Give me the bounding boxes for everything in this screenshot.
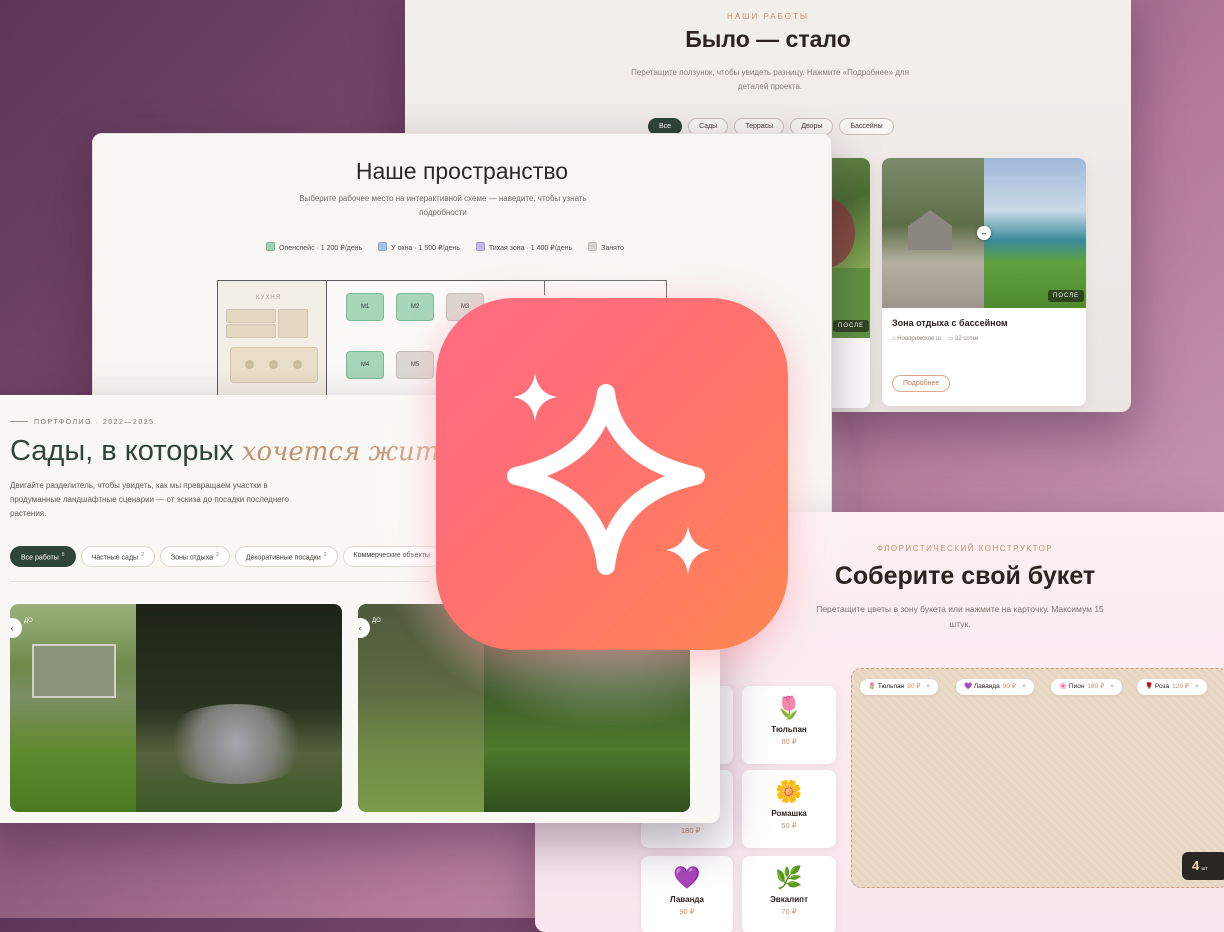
rose-icon: 🌹 (1145, 683, 1154, 690)
project-meta: ⌂ Новорижское ш. ▭ 32 сотки (892, 335, 978, 342)
after-badge: ПОСЛЕ (1048, 290, 1085, 302)
kitchen-table (230, 347, 318, 383)
space-subtitle: Выберите рабочее место на интерактивной … (299, 194, 587, 217)
photo-before (10, 604, 136, 812)
compare-slider-handle[interactable]: ↔ (977, 226, 991, 240)
flower-name: Лаванда (670, 895, 704, 904)
more-button[interactable]: Подробнее (892, 375, 951, 392)
project-photo-before (882, 158, 984, 308)
sparkles-icon (507, 373, 710, 575)
kitchen-label: КУХНЯ (256, 295, 282, 301)
legend-item: У окна · 1 500 ₽/день (378, 242, 460, 252)
after-badge: ПОСЛЕ (833, 320, 870, 332)
location-icon: ⌂ (892, 336, 896, 342)
flower-card-eucalyptus[interactable]: 🌿 Эвкалипт 70 ₽ (742, 856, 836, 932)
space-title: Наше пространство (355, 158, 569, 184)
before-badge: ДО (24, 618, 33, 624)
flower-price: 80 ₽ (781, 737, 797, 746)
legend-item: Тихая зона · 1 400 ₽/день (475, 242, 572, 252)
selected-flower-chip[interactable]: 🌷 Тюльпан 80 ₽ × (860, 679, 939, 695)
portfolio-eyebrow: ПОРТФОЛИО · 2022—2025 (10, 419, 155, 426)
app-icon (436, 298, 788, 650)
project-card[interactable]: ↔ ПОСЛЕ Зона отдыха с бассейном ⌂ Новори… (882, 158, 1086, 406)
bouquet-subtitle: Перетащите цветы в зону букета или нажми… (816, 604, 1104, 629)
tulip-icon: 🌷 (868, 683, 877, 690)
tulip-icon: 🌷 (775, 695, 803, 720)
flower-card-chamomile[interactable]: 🌼 Ромашка 50 ₽ (742, 770, 836, 848)
lavender-icon: 💜 (673, 865, 701, 890)
desk-m4[interactable]: М4 (346, 351, 384, 379)
remove-icon[interactable]: × (1022, 683, 1026, 690)
before-after-title: Было — стало (685, 26, 851, 52)
remove-icon[interactable]: × (926, 683, 930, 690)
project-area: 32 сотки (955, 336, 979, 342)
before-after-eyebrow: НАШИ РАБОТЫ (727, 12, 809, 21)
desk-m2[interactable]: М2 (396, 293, 434, 321)
remove-icon[interactable]: × (1110, 683, 1114, 690)
flower-price: 50 ₽ (781, 821, 797, 830)
filter-all-works[interactable]: Все работы 8 (10, 546, 76, 568)
daisy-icon: 🌼 (775, 779, 803, 804)
project-title: Зона отдыха с бассейном (892, 318, 1008, 328)
bouquet-counter: 4 шт (1182, 852, 1224, 880)
before-after-subtitle: Перетащите ползунок, чтобы увидеть разни… (631, 68, 909, 91)
divider (10, 581, 430, 582)
area-icon: ▭ (947, 336, 954, 342)
filter-leisure-zones[interactable]: Зоны отдыха 2 (159, 546, 230, 568)
filter-pools[interactable]: Бассейны (839, 118, 894, 135)
legend-item: Опенспейс · 1 200 ₽/день (266, 242, 362, 252)
filter-private-gardens[interactable]: Частные сады 2 (80, 546, 155, 568)
flower-price: 90 ₽ (679, 907, 695, 916)
selected-flower-chip[interactable]: 💜 Лаванда 90 ₽ × (956, 679, 1034, 695)
lavender-icon: 💜 (964, 683, 973, 690)
flower-name: Ромашка (771, 809, 807, 818)
portfolio-photo-1[interactable]: ДО ‹ (10, 604, 342, 812)
flower-price: 70 ₽ (781, 907, 797, 916)
flower-name: Тюльпан (771, 725, 807, 734)
selected-flower-chip[interactable]: 🌹 Роза 120 ₽ × (1137, 679, 1207, 695)
selected-flower-chip[interactable]: 🌸 Пион 180 ₽ × (1051, 679, 1123, 695)
desk-m1[interactable]: М1 (346, 293, 384, 321)
peony-icon: 🌸 (1059, 683, 1068, 690)
flower-card-partial[interactable]: 💜 Лаванда 90 ₽ (641, 856, 733, 932)
filter-decorative-planting[interactable]: Декоративные посадки 2 (234, 546, 338, 568)
bouquet-drop-zone[interactable]: 🌷 Тюльпан 80 ₽ × 💜 Лаванда 90 ₽ × 🌸 Пион 180 … (851, 668, 1224, 888)
flower-price: 180 ₽ (681, 826, 701, 835)
flower-card-tulip[interactable]: 🌷 Тюльпан 80 ₽ (742, 686, 836, 764)
space-legend: Опенспейс · 1 200 ₽/день У окна · 1 500 … (266, 242, 624, 252)
remove-icon[interactable]: × (1195, 683, 1199, 690)
before-badge: ДО (372, 618, 381, 624)
flower-name: Эвкалипт (770, 895, 808, 904)
eucalyptus-icon: 🌿 (775, 865, 803, 890)
portfolio-subtitle: Двигайте разделитель, чтобы увидеть, как… (10, 481, 289, 518)
photo-after (136, 604, 342, 812)
project-photo-after (984, 158, 1086, 308)
project-location: Новорижское ш. (897, 336, 943, 342)
